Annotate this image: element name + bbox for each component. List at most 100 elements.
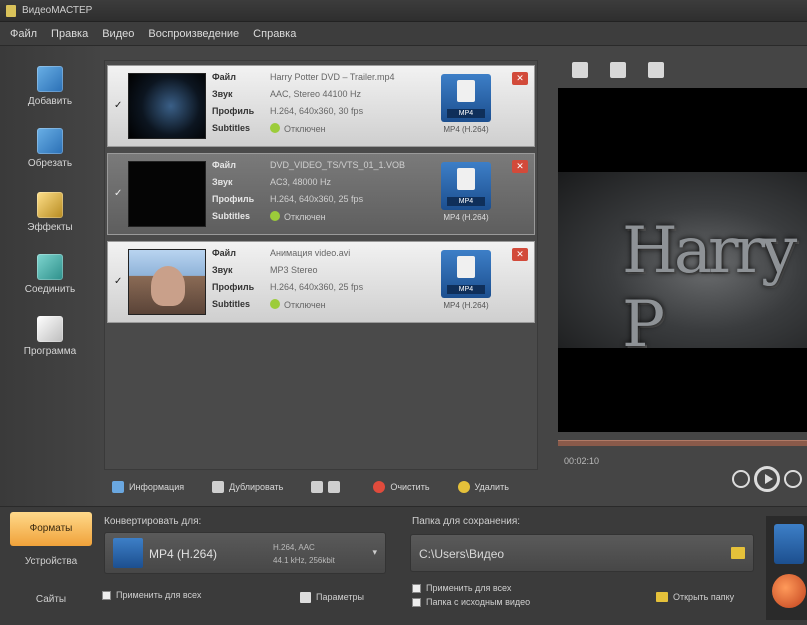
video-preview[interactable]: Harry P xyxy=(558,88,807,432)
clear-icon xyxy=(373,481,386,493)
source-folder-checkbox[interactable] xyxy=(412,598,421,607)
effects-button[interactable]: Эффекты xyxy=(0,186,100,246)
subtitles-value[interactable]: Отключен xyxy=(270,123,326,140)
convert-for-label: Конвертировать для: xyxy=(104,516,202,527)
view-toggle-button[interactable] xyxy=(311,481,345,493)
format-icon xyxy=(113,538,143,568)
duplicate-button[interactable]: Дублировать xyxy=(212,481,283,493)
menu-video[interactable]: Видео xyxy=(102,28,134,40)
apply-all-folder-label: Применить для всех xyxy=(426,583,512,593)
join-label: Соединить xyxy=(24,284,76,295)
info-icon xyxy=(112,481,124,493)
open-folder-label: Открыть папку xyxy=(673,592,735,602)
format-details-2: 44.1 kHz, 256kbit xyxy=(273,556,335,565)
video-thumbnail xyxy=(128,249,206,315)
fullscreen-icon[interactable] xyxy=(610,62,626,78)
subtitles-icon xyxy=(270,211,280,221)
timecode: 00:02:10 xyxy=(564,456,600,466)
format-size: MP4 (H.264) xyxy=(443,301,489,310)
file-row[interactable]: ✓ Файл Анимация video.avi Звук MP3 Stereo … xyxy=(107,241,535,323)
chevron-down-icon[interactable]: ▾ xyxy=(372,547,377,558)
add-video-button[interactable]: Добавить xyxy=(0,60,100,120)
view-toggle-icon xyxy=(311,481,324,493)
snapshot-icon[interactable] xyxy=(572,62,588,78)
format-size: MP4 (H.264) xyxy=(443,125,489,134)
row-checkbox[interactable]: ✓ xyxy=(114,100,124,111)
convert-icon[interactable] xyxy=(772,574,806,608)
folder-icon[interactable] xyxy=(731,547,745,559)
window-title: ВидеоМАСТЕР xyxy=(22,5,93,16)
subtitles-icon xyxy=(270,123,280,133)
previous-icon[interactable] xyxy=(732,470,750,488)
video-thumbnail xyxy=(128,161,206,227)
save-folder-input[interactable]: C:\Users\Видео xyxy=(410,534,754,572)
file-list: ✓ Файл Harry Potter DVD – Trailer.mp4 Зву… xyxy=(104,60,538,470)
save-folder-label: Папка для сохранения: xyxy=(412,516,521,527)
menu-edit[interactable]: Правка xyxy=(51,28,88,40)
view-toggle-icon xyxy=(328,481,341,493)
meta-key: Subtitles xyxy=(212,123,251,133)
volume-icon[interactable] xyxy=(648,62,664,78)
next-icon[interactable] xyxy=(784,470,802,488)
meta-key: Звук xyxy=(212,177,233,187)
meta-key: Профиль xyxy=(212,106,255,116)
meta-value: DVD_VIDEO_TS/VTS_01_1.VOB xyxy=(270,160,406,170)
timeline-slider[interactable] xyxy=(558,440,807,446)
meta-key: Файл xyxy=(212,248,236,258)
meta-value: H.264, 640x360, 25 fps xyxy=(270,194,364,204)
subtitles-value[interactable]: Отключен xyxy=(270,211,326,228)
file-row[interactable]: ✓ Файл DVD_VIDEO_TS/VTS_01_1.VOB Звук AC3,… xyxy=(107,153,535,235)
video-thumbnail xyxy=(128,73,206,139)
left-toolbar: Добавить Обрезать Эффекты Соединить Прог… xyxy=(0,46,100,506)
info-button[interactable]: Информация xyxy=(112,481,184,493)
open-folder-button[interactable]: Открыть папку xyxy=(656,588,754,606)
tab-sites[interactable]: Сайты xyxy=(10,594,92,605)
tab-formats[interactable]: Форматы xyxy=(10,512,92,546)
list-toolbar: Информация Дублировать Очистить Удалить xyxy=(104,474,538,500)
duplicate-icon xyxy=(212,481,225,493)
cut-button[interactable]: Обрезать xyxy=(0,122,100,182)
meta-key: Subtitles xyxy=(212,211,251,221)
output-format[interactable]: MP4 MP4 (H.264) xyxy=(440,74,492,136)
meta-value: MP3 Stereo xyxy=(270,265,318,275)
apply-all-format-label: Применить для всех xyxy=(116,590,202,600)
play-icon[interactable] xyxy=(754,466,780,492)
program-button[interactable]: Программа xyxy=(0,310,100,370)
remove-file-button[interactable]: ✕ xyxy=(512,160,528,173)
remove-file-button[interactable]: ✕ xyxy=(512,248,528,261)
clear-button[interactable]: Очистить xyxy=(373,481,430,493)
join-button[interactable]: Соединить xyxy=(0,248,100,308)
file-row[interactable]: ✓ Файл Harry Potter DVD – Trailer.mp4 Зву… xyxy=(107,65,535,147)
delete-label: Удалить xyxy=(474,482,509,492)
source-folder-label: Папка с исходным видео xyxy=(426,597,531,607)
format-select[interactable]: MP4 (H.264) H.264, AAC 44.1 kHz, 256kbit… xyxy=(104,532,386,574)
subtitles-text: Отключен xyxy=(284,212,326,222)
delete-button[interactable]: Удалить xyxy=(457,481,509,493)
output-format[interactable]: MP4 MP4 (H.264) xyxy=(440,162,492,224)
format-size: MP4 (H.264) xyxy=(443,213,489,222)
row-checkbox[interactable]: ✓ xyxy=(114,188,124,199)
menu-help[interactable]: Справка xyxy=(253,28,296,40)
burn-dvd-icon[interactable] xyxy=(774,524,804,564)
tab-devices[interactable]: Устройства xyxy=(10,556,92,567)
subtitles-value[interactable]: Отключен xyxy=(270,299,326,316)
params-button[interactable]: Параметры xyxy=(300,588,382,606)
menu-file[interactable]: Файл xyxy=(10,28,37,40)
meta-value: AAC, Stereo 44100 Hz xyxy=(270,89,362,99)
remove-file-button[interactable]: ✕ xyxy=(512,72,528,85)
menu-playback[interactable]: Воспроизведение xyxy=(148,28,239,40)
meta-key: Файл xyxy=(212,160,236,170)
output-format[interactable]: MP4 MP4 (H.264) xyxy=(440,250,492,312)
folder-icon xyxy=(656,592,668,602)
meta-value: AC3, 48000 Hz xyxy=(270,177,332,187)
apply-all-folder-checkbox[interactable] xyxy=(412,584,421,593)
row-checkbox[interactable]: ✓ xyxy=(114,276,124,287)
cut-label: Обрезать xyxy=(27,158,73,169)
subtitles-icon xyxy=(270,299,280,309)
duplicate-label: Дублировать xyxy=(229,482,284,492)
format-details: H.264, AAC 44.1 kHz, 256kbit xyxy=(273,541,335,567)
meta-value: H.264, 640x360, 25 fps xyxy=(270,282,364,292)
subtitles-text: Отключен xyxy=(284,300,326,310)
apply-all-format-checkbox[interactable] xyxy=(102,591,111,600)
meta-key: Файл xyxy=(212,72,236,82)
